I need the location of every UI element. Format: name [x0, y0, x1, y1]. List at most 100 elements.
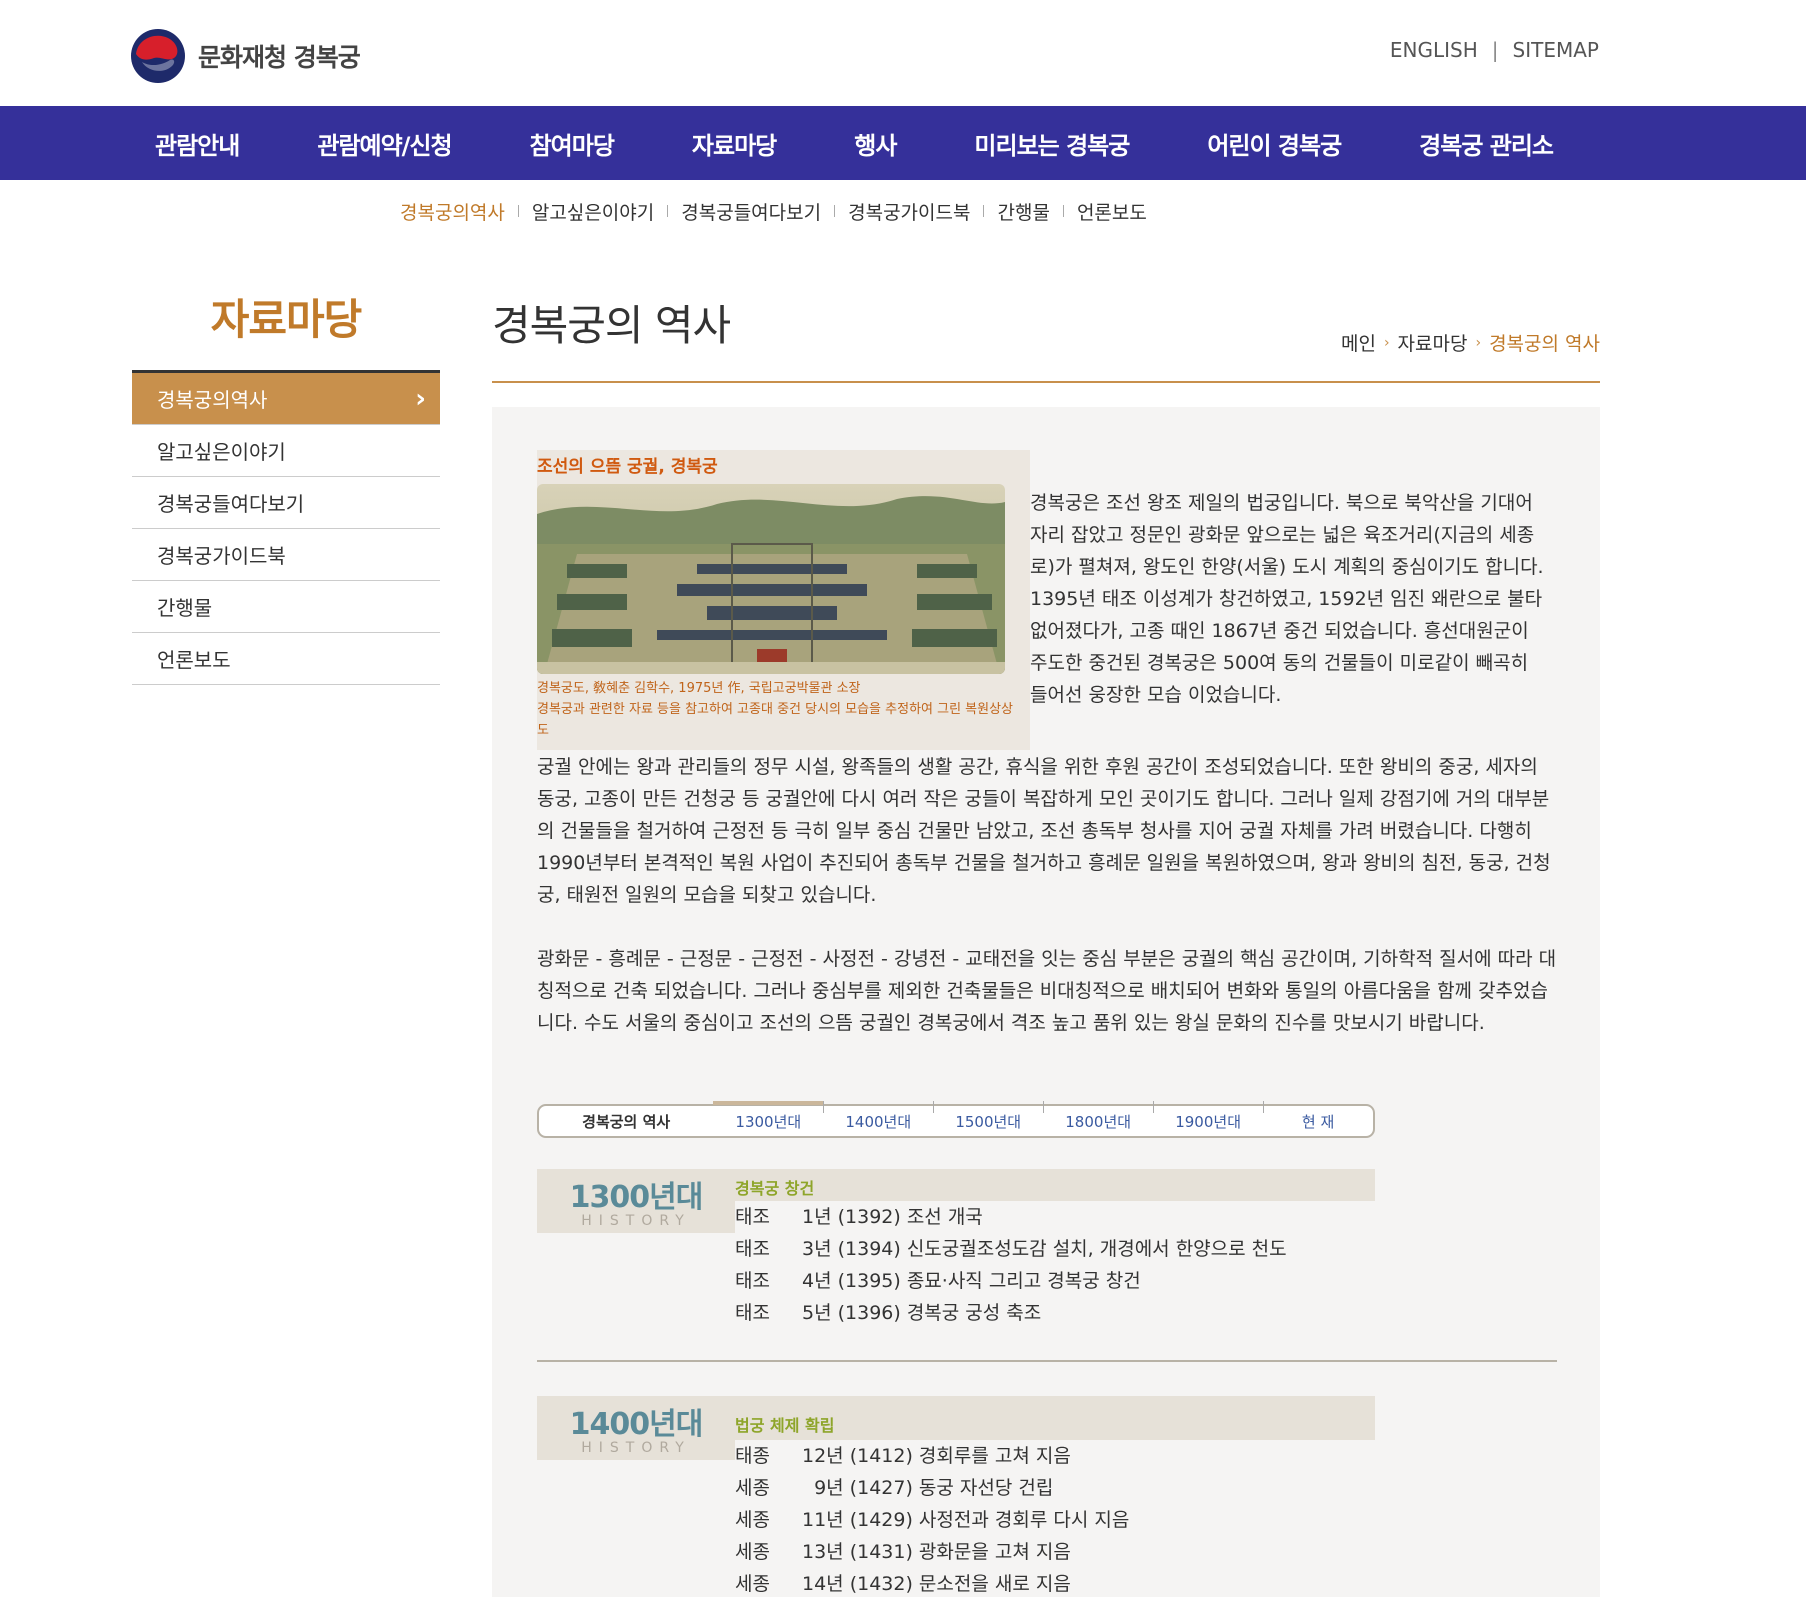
figure-credit: 경복궁도, 敎혜춘 김학수, 1975년 作, 국립고궁박물관 소장 [537, 681, 861, 696]
sidebar-item-publications[interactable]: 간행물 [132, 581, 440, 633]
logo[interactable]: 문화재청 경복궁 [130, 28, 361, 84]
sub-menu-stories[interactable]: 알고싶은이야기 [532, 198, 654, 225]
body-paragraph-1: 궁궐 안에는 왕과 관리들의 정무 시설, 왕족들의 생활 공간, 휴식을 위한… [537, 756, 1551, 906]
tab-1400s[interactable]: 1400년대 [823, 1100, 933, 1132]
era-event-row: 세종 14년 (1432) 문소전을 새로 지음 [735, 1568, 1375, 1598]
sidebar-item-stories[interactable]: 알고싶은이야기 [132, 425, 440, 477]
event-text: 9년 (1427) 동궁 자선당 건립 [802, 1477, 1054, 1499]
palace-painting-image [537, 484, 1005, 674]
era-events: 태조 1년 (1392) 조선 개국 태조 3년 (1394) 신도궁궐조성도감 설… [735, 1201, 1375, 1329]
tab-1800s[interactable]: 1800년대 [1043, 1100, 1153, 1132]
sidebar-item-label: 언론보도 [157, 648, 231, 672]
palace-figure: 조선의 으뜸 궁궐, 경복궁 경복궁도, 敎혜춘 김학수, 1975년 作, 국… [537, 450, 1030, 750]
global-nav: 관람안내 관람예약/신청 참여마당 자료마당 행사 미리보는 경복궁 어린이 경… [0, 106, 1806, 180]
breadcrumb-current: 경복궁의 역사 [1489, 333, 1600, 355]
sitemap-link[interactable]: SITEMAP [1513, 38, 1599, 62]
utility-links: ENGLISH | SITEMAP [1390, 38, 1599, 62]
sidebar-item-label: 경복궁의역사 [157, 388, 268, 412]
event-text: 11년 (1429) 사정전과 경회루 다시 지음 [802, 1509, 1130, 1531]
era-heading-text: 경복궁 창건 [735, 1179, 815, 1198]
era-heading: 경복궁 창건 [735, 1169, 1375, 1201]
sidebar: 자료마당 경복궁의역사 › 알고싶은이야기 경복궁들여다보기 경복궁가이드북 간… [132, 242, 440, 685]
event-king: 세종 [735, 1573, 770, 1595]
era-event-row: 세종 13년 (1431) 광화문을 고쳐 지음 [735, 1536, 1375, 1568]
tab-1300s[interactable]: 1300년대 [713, 1100, 824, 1132]
history-timeline-tabs: 경복궁의 역사 1300년대 1400년대 1500년대 1800년대 1900… [537, 1100, 1375, 1138]
gnb-item-events[interactable]: 행사 [854, 126, 897, 161]
tab-1500s[interactable]: 1500년대 [933, 1100, 1043, 1132]
gnb-item-resources[interactable]: 자료마당 [692, 126, 777, 161]
era-event-row: 세종 11년 (1429) 사정전과 경회루 다시 지음 [735, 1504, 1375, 1536]
gnb-item-participation[interactable]: 참여마당 [530, 126, 615, 161]
breadcrumb-section[interactable]: 자료마당 [1398, 329, 1468, 356]
breadcrumb: 메인 › 자료마당 › 경복궁의 역사 [1341, 329, 1600, 356]
sub-menu-publications[interactable]: 간행물 [997, 198, 1049, 225]
event-text: 12년 (1412) 경회루를 고쳐 지음 [802, 1445, 1071, 1467]
sidebar-item-label: 간행물 [157, 596, 213, 620]
event-text: 1년 (1392) 조선 개국 [802, 1206, 983, 1228]
sub-menu-lookin[interactable]: 경복궁들여다보기 [681, 198, 821, 225]
english-link[interactable]: ENGLISH [1390, 38, 1478, 62]
tab-present[interactable]: 현 재 [1263, 1100, 1373, 1132]
breadcrumb-arrow-icon: › [1383, 334, 1390, 351]
taegeuk-logo-icon [131, 29, 185, 83]
era-event-row: 태조 1년 (1392) 조선 개국 [735, 1201, 1375, 1233]
sidebar-item-press[interactable]: 언론보도 [132, 633, 440, 685]
site-header: 문화재청 경복궁 ENGLISH | SITEMAP [0, 0, 1806, 106]
event-text: 13년 (1431) 광화문을 고쳐 지음 [802, 1541, 1071, 1563]
era-heading-text: 법궁 체제 확립 [735, 1416, 835, 1435]
gnb-item-kids[interactable]: 어린이 경복궁 [1207, 126, 1342, 161]
utility-separator: | [1491, 38, 1499, 62]
figure-note: 경복궁도, 敎혜춘 김학수, 1975년 作, 국립고궁박물관 소장 경복궁과 … [537, 678, 1017, 741]
sidebar-item-history[interactable]: 경복궁의역사 › [132, 373, 440, 425]
sub-menu-divider [983, 205, 985, 217]
era-year: 1300년대 [569, 1180, 704, 1215]
gnb-item-reservation[interactable]: 관람예약/신청 [317, 126, 452, 161]
event-king: 세종 [735, 1541, 770, 1563]
history-content: 조선의 으뜸 궁궐, 경복궁 경복궁도, 敎혜춘 김학수, 1975년 作, 국… [492, 407, 1600, 1597]
era-badge: 1400년대 HISTORY [537, 1396, 735, 1460]
gnb-item-office[interactable]: 경복궁 관리소 [1419, 126, 1554, 161]
tab-1900s[interactable]: 1900년대 [1153, 1100, 1263, 1132]
figure-description: 경복궁과 관련한 자료 등을 참고하여 고종대 중건 당시의 모습을 추정하여 … [537, 702, 1014, 738]
era-badge: 1300년대 HISTORY [537, 1169, 735, 1233]
chevron-right-icon: › [415, 383, 426, 414]
era-event-row: 태조 5년 (1396) 경복궁 궁성 축조 [735, 1297, 1375, 1329]
sidebar-item-label: 경복궁들여다보기 [157, 492, 305, 516]
event-king: 태조 [735, 1270, 770, 1292]
event-text: 4년 (1395) 종묘·사직 그리고 경복궁 창건 [802, 1270, 1141, 1292]
gnb-item-guide[interactable]: 관람안내 [155, 126, 240, 161]
event-king: 세종 [735, 1477, 770, 1499]
event-king: 태종 [735, 1445, 770, 1467]
figure-title: 조선의 으뜸 궁궐, 경복궁 [537, 457, 718, 477]
page-body: 자료마당 경복궁의역사 › 알고싶은이야기 경복궁들여다보기 경복궁가이드북 간… [0, 242, 1806, 1598]
sub-menu-press[interactable]: 언론보도 [1077, 198, 1147, 225]
intro-paragraph: 경복궁은 조선 왕조 제일의 법궁입니다. 북으로 북악산을 기대어 자리 잡았… [1030, 492, 1544, 706]
tab-history-title: 경복궁의 역사 [582, 1112, 671, 1131]
sidebar-item-guidebook[interactable]: 경복궁가이드북 [132, 529, 440, 581]
sub-menu-divider [517, 205, 519, 217]
sub-menu-divider [1062, 205, 1064, 217]
sidebar-item-label: 경복궁가이드북 [157, 544, 286, 568]
event-text: 14년 (1432) 문소전을 새로 지음 [802, 1573, 1071, 1595]
sub-menu-guidebook[interactable]: 경복궁가이드북 [848, 198, 970, 225]
era-sub: HISTORY [581, 1440, 691, 1456]
body-paragraph-2: 광화문 - 흥례문 - 근정문 - 근정전 - 사정전 - 강녕전 - 교태전을… [537, 948, 1557, 1034]
main-content: 경복궁의 역사 메인 › 자료마당 › 경복궁의 역사 조선의 으뜸 궁궐, 경… [492, 242, 1600, 1597]
event-text: 3년 (1394) 신도궁궐조성도감 설치, 개경에서 한양으로 천도 [802, 1238, 1287, 1260]
event-king: 세종 [735, 1509, 770, 1531]
sidebar-title: 자료마당 [210, 295, 363, 344]
sub-menu-divider [667, 205, 669, 217]
sub-menu: 경복궁의역사 알고싶은이야기 경복궁들여다보기 경복궁가이드북 간행물 언론보도 [0, 180, 1806, 242]
logo-text: 문화재청 경복궁 [198, 43, 361, 72]
event-king: 태조 [735, 1206, 770, 1228]
breadcrumb-home[interactable]: 메인 [1341, 329, 1376, 356]
gnb-item-preview[interactable]: 미리보는 경복궁 [974, 126, 1130, 161]
sidebar-item-lookin[interactable]: 경복궁들여다보기 [132, 477, 440, 529]
era-events: 태종 12년 (1412) 경회루를 고쳐 지음 세종 9년 (1427) 동궁 … [735, 1440, 1375, 1598]
sub-menu-history[interactable]: 경복궁의역사 [400, 198, 505, 225]
era-divider [537, 1360, 1557, 1362]
era-event-row: 태조 4년 (1395) 종묘·사직 그리고 경복궁 창건 [735, 1265, 1375, 1297]
era-heading: 법궁 체제 확립 [735, 1396, 1375, 1440]
event-king: 태조 [735, 1302, 770, 1324]
